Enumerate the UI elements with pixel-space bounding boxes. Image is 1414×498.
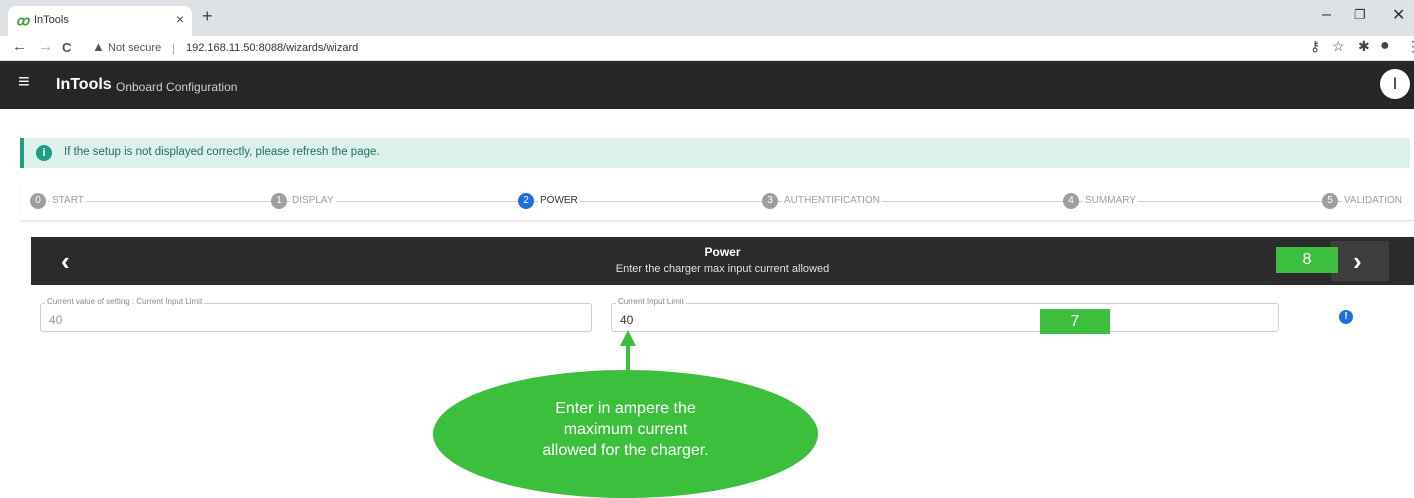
star-icon[interactable]: ☆ (1332, 38, 1345, 55)
step-3-label[interactable]: AUTHENTIFICATION (782, 195, 882, 206)
stepper-line (48, 201, 1388, 202)
step-0-circle[interactable]: 0 (30, 193, 46, 209)
minimize-icon[interactable]: – (1322, 6, 1331, 24)
address-bar: ← → C ▲ Not secure | 192.168.11.50:8088/… (0, 36, 1414, 61)
hamburger-menu-icon[interactable]: ≡ (18, 71, 30, 94)
info-banner: i If the setup is not displayed correctl… (20, 138, 1410, 168)
current-input-limit-value[interactable]: 40 (620, 313, 633, 327)
step-5-label[interactable]: VALIDATION (1342, 195, 1404, 206)
step-4-circle[interactable]: 4 (1063, 193, 1079, 209)
current-input-limit-field[interactable]: Current Input Limit 40 (611, 297, 1279, 332)
step-5-circle[interactable]: 5 (1322, 193, 1338, 209)
current-value-field: Current value of setting : Current Input… (40, 297, 592, 332)
security-label: Not secure (108, 42, 162, 54)
callout-text: Enter in ampere the maximum current allo… (433, 398, 818, 461)
intools-favicon-icon: ꝏ (16, 13, 30, 28)
app-header: ≡ InTools Onboard Configuration I (0, 61, 1414, 109)
step-4-label[interactable]: SUMMARY (1083, 195, 1138, 206)
browser-tab[interactable]: ꝏ InTools × (8, 6, 192, 36)
step-2-label[interactable]: POWER (538, 195, 580, 206)
step-1-label[interactable]: DISPLAY (290, 195, 336, 206)
power-step-header: ‹ Power Enter the charger max input curr… (31, 237, 1414, 285)
new-tab-button[interactable]: + (202, 6, 213, 27)
step-3-circle[interactable]: 3 (762, 193, 778, 209)
app-subtitle: Onboard Configuration (116, 80, 238, 94)
current-value-text: 40 (49, 313, 63, 327)
tab-title: InTools (34, 14, 69, 26)
next-step-button[interactable]: › (1353, 246, 1362, 277)
extensions-icon[interactable]: ✱ (1358, 38, 1370, 55)
back-arrow-icon[interactable]: ← (12, 38, 27, 55)
help-icon[interactable]: ! (1339, 310, 1353, 324)
warning-icon: ▲ (92, 39, 105, 54)
url-field[interactable]: ▲ Not secure | 192.168.11.50:8088/wizard… (82, 38, 1282, 58)
url-separator: | (172, 41, 176, 55)
power-subtitle: Enter the charger max input current allo… (615, 263, 830, 275)
callout-line-3: allowed for the charger. (542, 442, 709, 459)
url-text: 192.168.11.50:8088/wizards/wizard (186, 42, 359, 54)
annotation-badge-8: 8 (1276, 247, 1338, 273)
callout-bubble: Enter in ampere the maximum current allo… (433, 370, 818, 498)
callout-line-1: Enter in ampere the (555, 400, 696, 417)
step-0-label[interactable]: START (50, 195, 86, 206)
browser-tab-bar: ꝏ InTools × + – ❐ ✕ (0, 0, 1414, 36)
info-icon: i (36, 145, 52, 161)
step-1-circle[interactable]: 1 (271, 193, 287, 209)
annotation-badge-7: 7 (1040, 309, 1110, 334)
callout-line-2: maximum current (563, 421, 688, 438)
wizard-stepper: 0 START 1 DISPLAY 2 POWER 3 AUTHENTIFICA… (20, 182, 1414, 221)
current-value-label: Current value of setting : Current Input… (45, 297, 205, 306)
window-close-icon[interactable]: ✕ (1392, 5, 1405, 25)
power-title: Power (704, 245, 741, 259)
maximize-icon[interactable]: ❐ (1354, 7, 1366, 23)
current-input-limit-label: Current Input Limit (616, 297, 686, 306)
reload-icon[interactable]: C (62, 40, 71, 55)
key-icon[interactable]: ⚷ (1310, 38, 1320, 55)
forward-arrow-icon[interactable]: → (38, 38, 53, 55)
profile-icon[interactable]: ● (1380, 37, 1390, 55)
menu-dots-icon[interactable]: ⋮ (1406, 38, 1414, 55)
user-avatar[interactable]: I (1380, 69, 1410, 99)
close-tab-icon[interactable]: × (176, 11, 184, 27)
banner-text: If the setup is not displayed correctly,… (64, 146, 380, 158)
app-title: InTools (56, 76, 112, 93)
step-2-circle[interactable]: 2 (518, 193, 534, 209)
